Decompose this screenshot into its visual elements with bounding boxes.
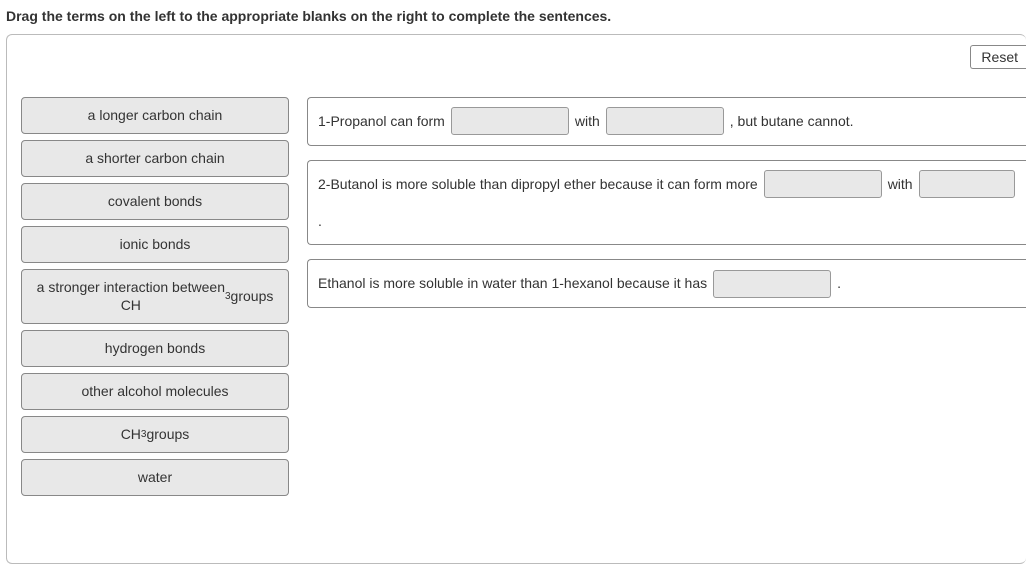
sentence-text: with: [888, 169, 913, 200]
drop-blank-3a[interactable]: [713, 270, 831, 298]
sentence-text: with: [575, 106, 600, 137]
term-item-3[interactable]: ionic bonds: [21, 226, 289, 263]
term-item-8[interactable]: water: [21, 459, 289, 496]
sentence-text: .: [318, 206, 322, 237]
activity-content: a longer carbon chain a shorter carbon ch…: [21, 97, 1026, 496]
terms-column: a longer carbon chain a shorter carbon ch…: [21, 97, 289, 496]
term-item-6[interactable]: other alcohol molecules: [21, 373, 289, 410]
drop-blank-2b[interactable]: [919, 170, 1015, 198]
drop-blank-1b[interactable]: [606, 107, 724, 135]
term-item-4[interactable]: a stronger interaction betweenCH3 groups: [21, 269, 289, 325]
sentences-column: 1-Propanol can form with , but butane ca…: [307, 97, 1026, 496]
instruction-text: Drag the terms on the left to the approp…: [0, 0, 1026, 34]
term-item-7[interactable]: CH3 groups: [21, 416, 289, 453]
term-item-0[interactable]: a longer carbon chain: [21, 97, 289, 134]
drop-blank-2a[interactable]: [764, 170, 882, 198]
term-item-5[interactable]: hydrogen bonds: [21, 330, 289, 367]
reset-button[interactable]: Reset: [970, 45, 1026, 69]
term-item-1[interactable]: a shorter carbon chain: [21, 140, 289, 177]
sentence-text: 2-Butanol is more soluble than dipropyl …: [318, 169, 758, 200]
sentence-text: , but butane cannot.: [730, 106, 854, 137]
activity-frame: Reset a longer carbon chain a shorter car…: [6, 34, 1026, 564]
sentence-text: .: [837, 268, 841, 299]
sentence-row-1: 1-Propanol can form with , but butane ca…: [307, 97, 1026, 146]
sentence-text: 1-Propanol can form: [318, 106, 445, 137]
sentence-row-2: 2-Butanol is more soluble than dipropyl …: [307, 160, 1026, 246]
sentence-row-3: Ethanol is more soluble in water than 1-…: [307, 259, 1026, 308]
term-item-2[interactable]: covalent bonds: [21, 183, 289, 220]
sentence-text: Ethanol is more soluble in water than 1-…: [318, 268, 707, 299]
drop-blank-1a[interactable]: [451, 107, 569, 135]
